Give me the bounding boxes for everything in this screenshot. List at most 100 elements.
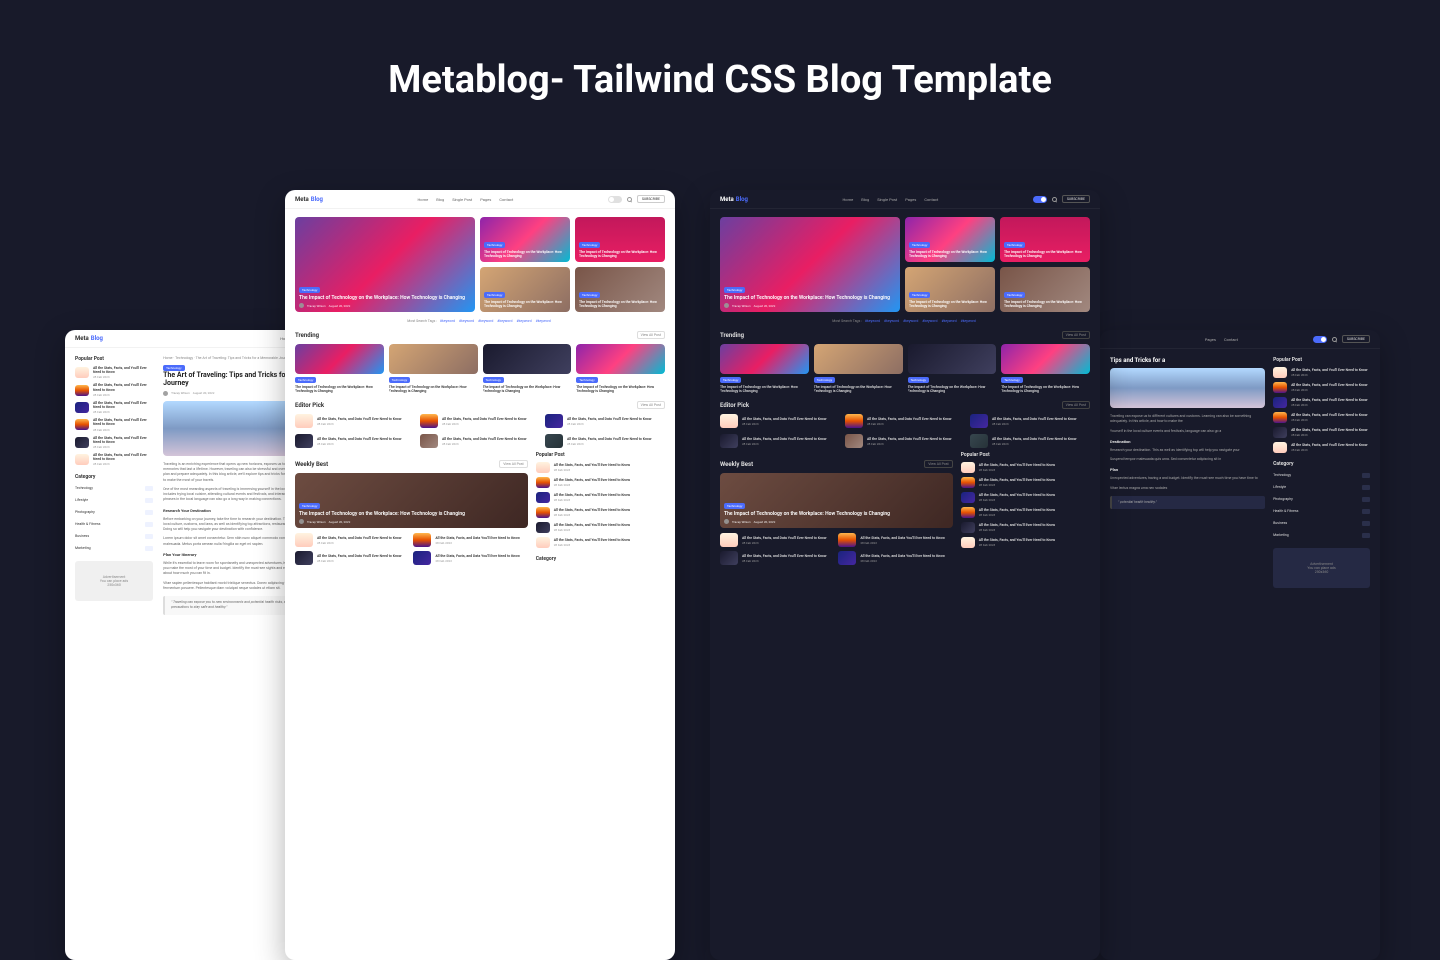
trending-card[interactable]: TechnologyThe Impact of Technology on th… xyxy=(576,344,665,393)
editor-pick-item[interactable]: All the Stats, Facts, and Data You'll Ev… xyxy=(295,434,415,448)
trending-card[interactable]: TechnologyThe Impact of Technology on th… xyxy=(814,344,903,393)
featured-post-sm[interactable]: TechnologyThe Impact of Technology on th… xyxy=(575,217,665,262)
editor-pick-item[interactable]: All the Stats, Facts, and Data You'll Ev… xyxy=(845,434,965,448)
view-all-link[interactable]: View All Post xyxy=(1062,401,1090,409)
list-item[interactable]: All the Stats, Facts, and You'll Ever Ne… xyxy=(961,462,1090,473)
editor-pick-item[interactable]: All the Stats, Facts, and Data You'll Ev… xyxy=(420,434,540,448)
weekly-item[interactable]: All the Stats, Facts, and Data You'll Ev… xyxy=(838,533,952,547)
featured-post-sm[interactable]: TechnologyThe Impact of Technology on th… xyxy=(480,217,570,262)
list-item[interactable]: All the Stats, Facts, and You'll Ever Ne… xyxy=(961,477,1090,488)
tag[interactable]: #keyword xyxy=(903,319,918,323)
list-item[interactable]: All the Stats, Facts, and You'll Ever Ne… xyxy=(75,436,153,449)
tag[interactable]: #keyword xyxy=(440,319,455,323)
tag[interactable]: #keyword xyxy=(922,319,937,323)
weekly-best-feature[interactable]: TechnologyThe Impact of Technology on th… xyxy=(295,473,528,528)
trending-card[interactable]: TechnologyThe Impact of Technology on th… xyxy=(1001,344,1090,393)
nav-pages[interactable]: Pages xyxy=(1205,337,1216,342)
list-item[interactable]: All the Stats, Facts, and You'll Ever Ne… xyxy=(536,477,665,488)
view-all-link[interactable]: View All Post xyxy=(499,460,527,468)
list-item[interactable]: All the Stats, Facts, and You'll Ever Ne… xyxy=(1273,427,1370,438)
trending-card[interactable]: TechnologyThe Impact of Technology on th… xyxy=(908,344,997,393)
category-item[interactable]: Technology xyxy=(1273,471,1370,480)
tag[interactable]: #keyword xyxy=(865,319,880,323)
list-item[interactable]: All the Stats, Facts, and You'll Ever Ne… xyxy=(75,401,153,414)
weekly-item[interactable]: All the Stats, Facts, and Data You'll Ev… xyxy=(295,533,409,547)
list-item[interactable]: All the Stats, Facts, and You'll Ever Ne… xyxy=(961,492,1090,503)
category-item[interactable]: Business xyxy=(1273,519,1370,528)
list-item[interactable]: All the Stats, Facts, and You'll Ever Ne… xyxy=(536,522,665,533)
list-item[interactable]: All the Stats, Facts, and You'll Ever Ne… xyxy=(536,492,665,503)
category-item[interactable]: Lifestyle xyxy=(1273,483,1370,492)
editor-pick-item[interactable]: All the Stats, Facts, and Data You'll Ev… xyxy=(545,434,665,448)
tag[interactable]: #keyword xyxy=(884,319,899,323)
list-item[interactable]: All the Stats, Facts, and You'll Ever Ne… xyxy=(75,418,153,431)
weekly-item[interactable]: All the Stats, Facts, and Data You'll Ev… xyxy=(720,551,834,565)
list-item[interactable]: All the Stats, Facts, and You'll Ever Ne… xyxy=(75,383,153,396)
nav-contact[interactable]: Contact xyxy=(499,197,513,202)
logo[interactable]: MetaBlog xyxy=(720,196,748,203)
list-item[interactable]: All the Stats, Facts, and You'll Ever Ne… xyxy=(536,537,665,548)
trending-card[interactable]: TechnologyThe Impact of Technology on th… xyxy=(295,344,384,393)
tag[interactable]: #keyword xyxy=(459,319,474,323)
editor-pick-item[interactable]: All the Stats, Facts, and Data You'll Ev… xyxy=(970,434,1090,448)
list-item[interactable]: All the Stats, Facts, and You'll Ever Ne… xyxy=(961,537,1090,548)
weekly-item[interactable]: All the Stats, Facts, and Data You'll Ev… xyxy=(295,551,409,565)
search-icon[interactable] xyxy=(1052,197,1057,202)
subscribe-button[interactable]: SUBSCRIBE xyxy=(637,195,665,203)
list-item[interactable]: All the Stats, Facts, and You'll Ever Ne… xyxy=(75,453,153,466)
editor-pick-item[interactable]: All the Stats, Facts, and Data You'll Ev… xyxy=(845,414,965,428)
nav-pages[interactable]: Pages xyxy=(480,197,491,202)
nav-single[interactable]: Single Post xyxy=(877,197,897,202)
list-item[interactable]: All the Stats, Facts, and You'll Ever Ne… xyxy=(1273,382,1370,393)
tag[interactable]: #keyword xyxy=(478,319,493,323)
category-item[interactable]: Business xyxy=(75,532,153,541)
search-icon[interactable] xyxy=(627,197,632,202)
category-item[interactable]: Photography xyxy=(75,508,153,517)
category-item[interactable]: Photography xyxy=(1273,495,1370,504)
nav-home[interactable]: Home xyxy=(842,197,853,202)
nav-contact[interactable]: Contact xyxy=(1224,337,1238,342)
featured-post-sm[interactable]: TechnologyThe Impact of Technology on th… xyxy=(575,267,665,312)
editor-pick-item[interactable]: All the Stats, Facts, and Data You'll Ev… xyxy=(295,414,415,428)
category-item[interactable]: Health & Fitness xyxy=(1273,507,1370,516)
tag[interactable]: #keyword xyxy=(941,319,956,323)
featured-post-sm[interactable]: TechnologyThe Impact of Technology on th… xyxy=(480,267,570,312)
category-item[interactable]: Marketing xyxy=(75,544,153,553)
view-all-link[interactable]: View All Post xyxy=(924,460,952,468)
weekly-item[interactable]: All the Stats, Facts, and Data You'll Ev… xyxy=(838,551,952,565)
view-all-link[interactable]: View All Post xyxy=(637,401,665,409)
featured-post[interactable]: TechnologyThe Impact of Technology on th… xyxy=(295,217,475,312)
subscribe-button[interactable]: SUBSCRIBE xyxy=(1062,195,1090,203)
featured-post-sm[interactable]: TechnologyThe Impact of Technology on th… xyxy=(905,267,995,312)
featured-post-sm[interactable]: TechnologyThe Impact of Technology on th… xyxy=(1000,217,1090,262)
trending-card[interactable]: TechnologyThe Impact of Technology on th… xyxy=(720,344,809,393)
weekly-item[interactable]: All the Stats, Facts, and Data You'll Ev… xyxy=(720,533,834,547)
weekly-best-feature[interactable]: TechnologyThe Impact of Technology on th… xyxy=(720,473,953,528)
list-item[interactable]: All the Stats, Facts, and You'll Ever Ne… xyxy=(536,462,665,473)
nav-blog[interactable]: Blog xyxy=(436,197,444,202)
view-all-link[interactable]: View All Post xyxy=(1062,331,1090,339)
editor-pick-item[interactable]: All the Stats, Facts, and Data You'll Ev… xyxy=(545,414,665,428)
subscribe-button[interactable]: SUBSCRIBE xyxy=(1342,335,1370,343)
trending-card[interactable]: TechnologyThe Impact of Technology on th… xyxy=(483,344,572,393)
featured-post-sm[interactable]: TechnologyThe Impact of Technology on th… xyxy=(1000,267,1090,312)
tag[interactable]: #keyword xyxy=(516,319,531,323)
list-item[interactable]: All the Stats, Facts, and You'll Ever Ne… xyxy=(75,366,153,379)
category-item[interactable]: Marketing xyxy=(1273,531,1370,540)
featured-post-sm[interactable]: TechnologyThe Impact of Technology on th… xyxy=(905,217,995,262)
list-item[interactable]: All the Stats, Facts, and You'll Ever Ne… xyxy=(1273,367,1370,378)
tag[interactable]: #keyword xyxy=(497,319,512,323)
list-item[interactable]: All the Stats, Facts, and You'll Ever Ne… xyxy=(1273,412,1370,423)
category-item[interactable]: Health & Fitness xyxy=(75,520,153,529)
theme-toggle[interactable] xyxy=(1313,336,1327,343)
tag[interactable]: #keyword xyxy=(536,319,551,323)
nav-contact[interactable]: Contact xyxy=(924,197,938,202)
nav-single[interactable]: Single Post xyxy=(452,197,472,202)
list-item[interactable]: All the Stats, Facts, and You'll Ever Ne… xyxy=(536,507,665,518)
nav-blog[interactable]: Blog xyxy=(861,197,869,202)
nav-pages[interactable]: Pages xyxy=(905,197,916,202)
editor-pick-item[interactable]: All the Stats, Facts, and Data You'll Ev… xyxy=(970,414,1090,428)
weekly-item[interactable]: All the Stats, Facts, and Data You'll Ev… xyxy=(413,551,527,565)
list-item[interactable]: All the Stats, Facts, and You'll Ever Ne… xyxy=(961,522,1090,533)
list-item[interactable]: All the Stats, Facts, and You'll Ever Ne… xyxy=(1273,397,1370,408)
